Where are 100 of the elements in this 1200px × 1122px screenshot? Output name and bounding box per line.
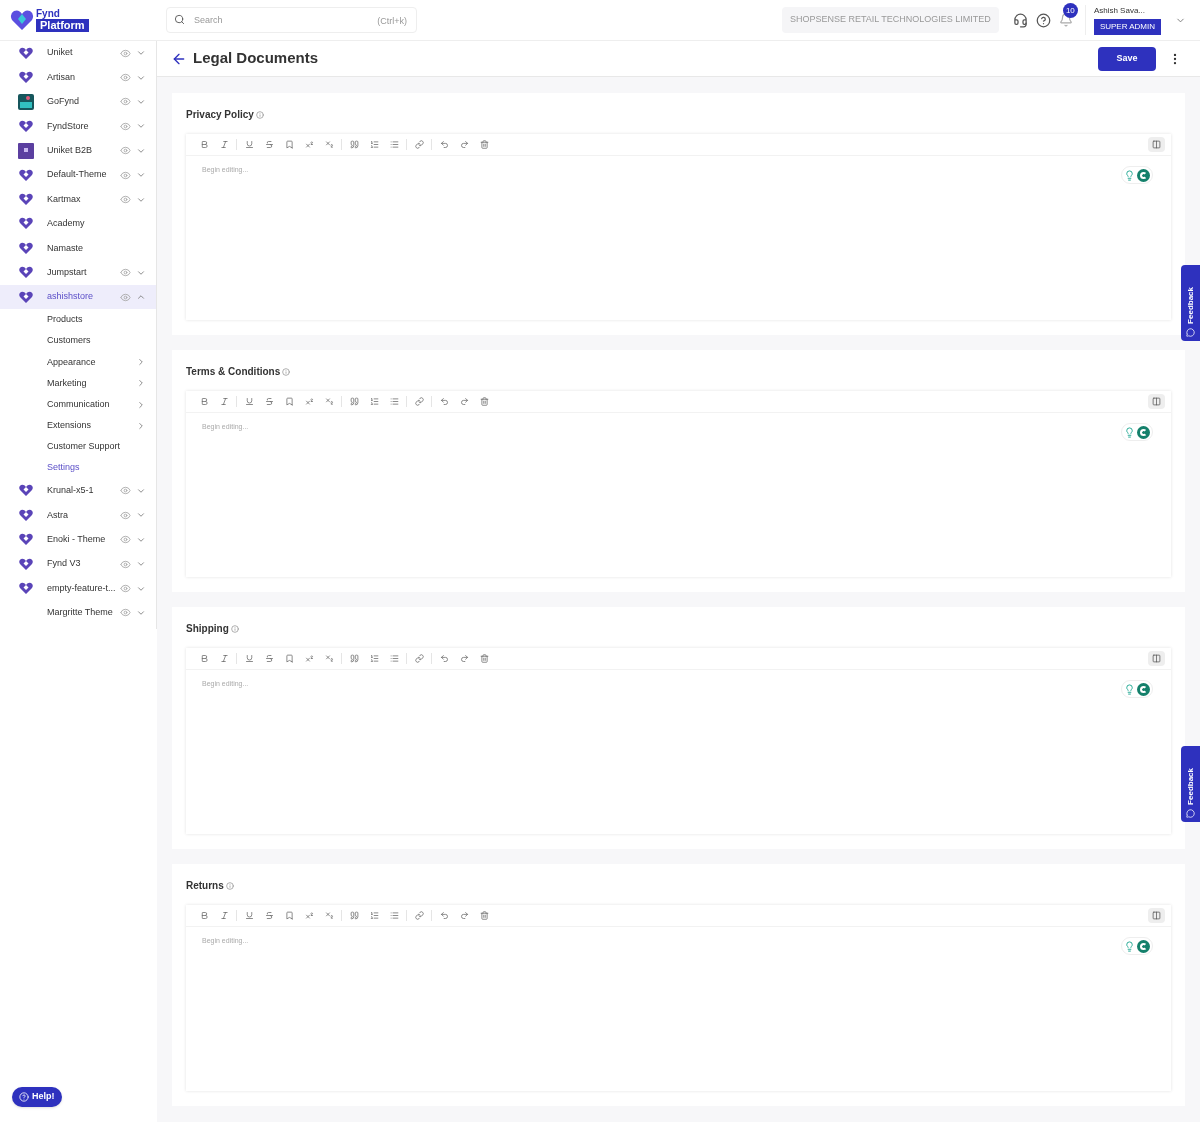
- link-icon[interactable]: [414, 140, 424, 149]
- store-item[interactable]: Enoki - Theme: [0, 527, 156, 552]
- bullet-list-icon[interactable]: [389, 911, 399, 920]
- eye-icon[interactable]: [120, 120, 131, 132]
- chevron-down-icon[interactable]: [136, 486, 146, 496]
- bookmark-icon[interactable]: [284, 140, 294, 149]
- store-item[interactable]: Kartmax: [0, 187, 156, 212]
- italic-icon[interactable]: [219, 140, 229, 149]
- eye-icon[interactable]: [120, 583, 131, 595]
- layout-toggle[interactable]: [1148, 908, 1165, 923]
- trash-icon[interactable]: [479, 911, 489, 920]
- bold-icon[interactable]: [199, 911, 209, 920]
- undo-icon[interactable]: [439, 140, 449, 149]
- undo-icon[interactable]: [439, 654, 449, 663]
- eye-icon[interactable]: [120, 194, 131, 206]
- store-item[interactable]: Jumpstart: [0, 260, 156, 285]
- support-icon[interactable]: [1012, 12, 1028, 28]
- store-item[interactable]: Fynd V3: [0, 551, 156, 577]
- menu-item[interactable]: Customers: [0, 330, 156, 352]
- redo-icon[interactable]: [459, 397, 469, 406]
- bold-icon[interactable]: [199, 140, 209, 149]
- ordered-list-icon[interactable]: [369, 397, 379, 406]
- eye-icon[interactable]: [120, 485, 131, 497]
- info-icon[interactable]: [282, 367, 291, 376]
- store-item[interactable]: Academy: [0, 211, 156, 237]
- menu-item[interactable]: Appearance: [0, 351, 156, 373]
- layout-toggle[interactable]: [1148, 137, 1165, 152]
- redo-icon[interactable]: [459, 654, 469, 663]
- eye-icon[interactable]: [120, 509, 131, 521]
- trash-icon[interactable]: [479, 654, 489, 663]
- ordered-list-icon[interactable]: [369, 140, 379, 149]
- trash-icon[interactable]: [479, 140, 489, 149]
- superscript-icon[interactable]: [304, 397, 314, 406]
- undo-icon[interactable]: [439, 911, 449, 920]
- quote-icon[interactable]: [349, 397, 359, 406]
- underline-icon[interactable]: [244, 911, 254, 920]
- strikethrough-icon[interactable]: [264, 911, 274, 920]
- subscript-icon[interactable]: [324, 654, 334, 663]
- link-icon[interactable]: [414, 911, 424, 920]
- bookmark-icon[interactable]: [284, 654, 294, 663]
- layout-toggle[interactable]: [1148, 651, 1165, 666]
- subscript-icon[interactable]: [324, 140, 334, 149]
- underline-icon[interactable]: [244, 140, 254, 149]
- store-item[interactable]: ashishstore: [0, 284, 156, 310]
- bold-icon[interactable]: [199, 654, 209, 663]
- subscript-icon[interactable]: [324, 397, 334, 406]
- eye-icon[interactable]: [120, 47, 131, 59]
- menu-item[interactable]: Settings: [0, 457, 156, 479]
- store-item[interactable]: Margritte Theme: [0, 600, 156, 626]
- bell-icon[interactable]: [1058, 13, 1073, 27]
- bookmark-icon[interactable]: [284, 397, 294, 406]
- bold-icon[interactable]: [199, 397, 209, 406]
- quote-icon[interactable]: [349, 140, 359, 149]
- save-button[interactable]: Save: [1098, 46, 1156, 71]
- superscript-icon[interactable]: [304, 911, 314, 920]
- strikethrough-icon[interactable]: [264, 654, 274, 663]
- strikethrough-icon[interactable]: [264, 140, 274, 149]
- strikethrough-icon[interactable]: [264, 397, 274, 406]
- bullet-list-icon[interactable]: [389, 397, 399, 406]
- store-item[interactable]: Astra: [0, 503, 156, 528]
- redo-icon[interactable]: [459, 140, 469, 149]
- help-icon[interactable]: [1035, 12, 1051, 28]
- superscript-icon[interactable]: [304, 654, 314, 663]
- bookmark-icon[interactable]: [284, 911, 294, 920]
- store-item[interactable]: Uniket: [0, 41, 156, 66]
- info-icon[interactable]: [230, 624, 239, 633]
- italic-icon[interactable]: [219, 911, 229, 920]
- quote-icon[interactable]: [349, 911, 359, 920]
- eye-icon[interactable]: [120, 267, 131, 279]
- link-icon[interactable]: [414, 397, 424, 406]
- info-icon[interactable]: [225, 881, 234, 890]
- eye-icon[interactable]: [120, 96, 131, 108]
- store-item[interactable]: FyndStore: [0, 114, 156, 139]
- ordered-list-icon[interactable]: [369, 911, 379, 920]
- layout-toggle[interactable]: [1148, 394, 1165, 409]
- menu-item[interactable]: Customer Support: [0, 436, 156, 458]
- menu-item[interactable]: Products: [0, 309, 156, 331]
- eye-icon[interactable]: [120, 607, 131, 619]
- superscript-icon[interactable]: [304, 140, 314, 149]
- feedback-tab[interactable]: Feedback: [1181, 746, 1200, 822]
- heart-logo-icon[interactable]: [10, 8, 34, 32]
- menu-item[interactable]: Communication: [0, 394, 156, 416]
- feedback-tab[interactable]: Feedback: [1181, 265, 1200, 341]
- underline-icon[interactable]: [244, 397, 254, 406]
- eye-icon[interactable]: [120, 169, 131, 181]
- italic-icon[interactable]: [219, 397, 229, 406]
- redo-icon[interactable]: [459, 911, 469, 920]
- eye-icon[interactable]: [120, 558, 131, 570]
- store-item[interactable]: Namaste: [0, 236, 156, 261]
- trash-icon[interactable]: [479, 397, 489, 406]
- undo-icon[interactable]: [439, 397, 449, 406]
- link-icon[interactable]: [414, 654, 424, 663]
- store-item[interactable]: Default-Theme: [0, 162, 156, 188]
- help-button[interactable]: Help!: [12, 1087, 62, 1107]
- bullet-list-icon[interactable]: [389, 140, 399, 149]
- eye-icon[interactable]: [120, 145, 131, 157]
- ordered-list-icon[interactable]: [369, 654, 379, 663]
- store-item[interactable]: Artisan: [0, 65, 156, 90]
- store-item[interactable]: GoFynd: [0, 89, 156, 115]
- subscript-icon[interactable]: [324, 911, 334, 920]
